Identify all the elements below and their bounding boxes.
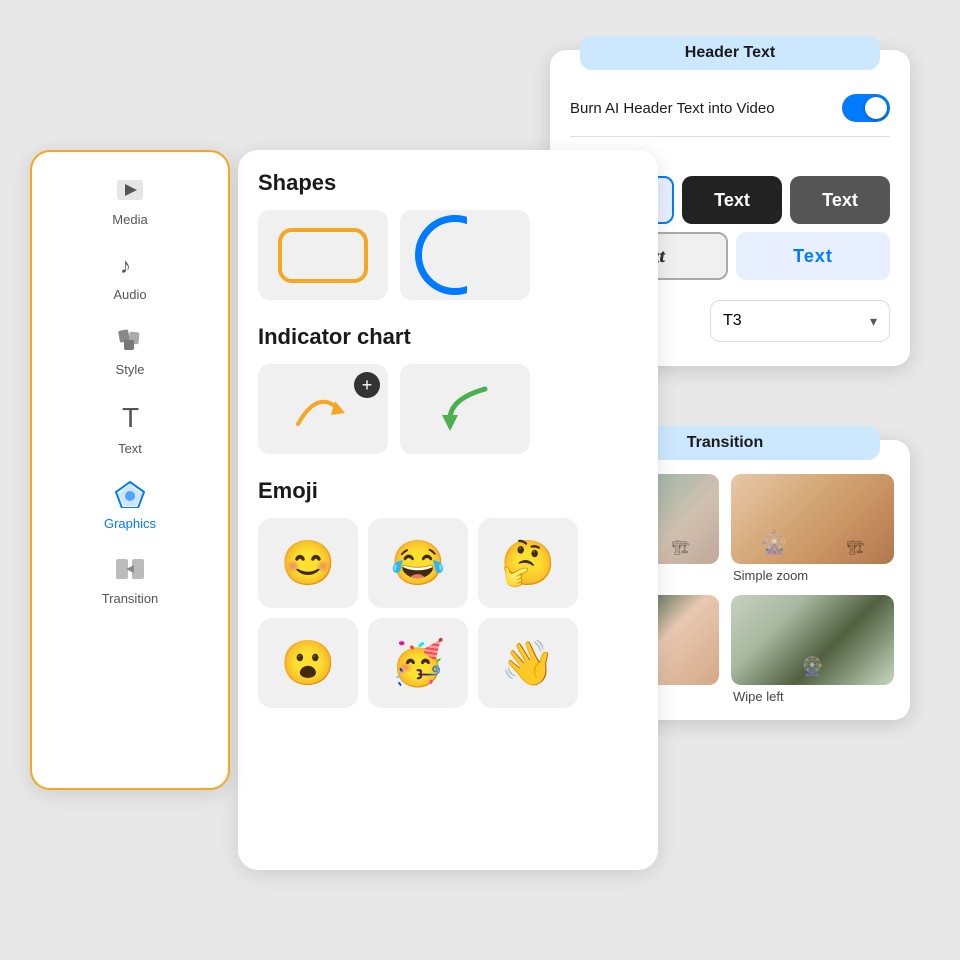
sidebar-text-label: Text: [118, 441, 142, 456]
indicator-arrow[interactable]: +: [258, 364, 388, 454]
sidebar-audio-label: Audio: [113, 287, 146, 302]
burn-label: Burn AI Header Text into Video: [570, 100, 775, 117]
emoji-grid: 😊 😂 🤔 😮 🥳 👋: [258, 518, 638, 708]
transition-icon: [114, 555, 146, 587]
sidebar-item-audio[interactable]: ♪ Audio: [32, 241, 228, 312]
transition-wipe-left[interactable]: 🎡 Wipe left: [731, 595, 894, 704]
sidebar-item-style[interactable]: Style: [32, 316, 228, 387]
add-button[interactable]: +: [354, 372, 380, 398]
sidebar-transition-label: Transition: [102, 591, 159, 606]
style-icon: [115, 326, 145, 358]
sidebar-item-media[interactable]: Media: [32, 168, 228, 237]
indicator-green-arrow[interactable]: [400, 364, 530, 454]
burn-row: Burn AI Header Text into Video: [570, 84, 890, 137]
sidebar-graphics-label: Graphics: [104, 516, 156, 531]
svg-text:T: T: [122, 402, 139, 433]
indicator-grid: +: [258, 364, 638, 454]
emoji-row-1: 😊 😂 🤔: [258, 518, 638, 608]
size-value: T3: [723, 312, 742, 330]
emoji-wave[interactable]: 👋: [478, 618, 578, 708]
emoji-party[interactable]: 🥳: [368, 618, 468, 708]
content-area: Shapes Indicator chart +: [238, 150, 658, 870]
text-style-dark[interactable]: Text: [682, 176, 782, 224]
zoom-thumb: 🎡 🏗: [731, 474, 894, 564]
size-select[interactable]: T3 ▾: [710, 300, 890, 342]
burn-toggle[interactable]: [842, 94, 890, 122]
circle-shape: [415, 215, 495, 295]
zoom-label: Simple zoom: [731, 568, 894, 583]
sidebar-media-label: Media: [112, 212, 147, 227]
text-style-blue-bold[interactable]: Text: [736, 232, 890, 280]
sidebar: Media ♪ Audio Style T: [30, 150, 230, 790]
sidebar-item-text[interactable]: T Text: [32, 391, 228, 466]
text-style-gray[interactable]: Text: [790, 176, 890, 224]
text-icon: T: [116, 401, 144, 437]
sidebar-style-label: Style: [116, 362, 145, 377]
wipe-left-label: Wipe left: [731, 689, 894, 704]
media-icon: [115, 178, 145, 208]
rectangle-shape: [278, 228, 368, 283]
green-arrow-svg: [430, 379, 500, 439]
sidebar-item-graphics[interactable]: Graphics: [32, 470, 228, 541]
emoji-wow[interactable]: 😮: [258, 618, 358, 708]
emoji-row-2: 😮 🥳 👋: [258, 618, 638, 708]
emoji-smile[interactable]: 😊: [258, 518, 358, 608]
sidebar-item-transition[interactable]: Transition: [32, 545, 228, 616]
shapes-grid: [258, 210, 638, 300]
chevron-down-icon: ▾: [870, 313, 877, 330]
emoji-laugh[interactable]: 😂: [368, 518, 468, 608]
wipe-left-thumb: 🎡: [731, 595, 894, 685]
shape-circle[interactable]: [400, 210, 530, 300]
emoji-think[interactable]: 🤔: [478, 518, 578, 608]
curved-arrow-svg: [283, 379, 363, 439]
graphics-icon: [114, 480, 146, 512]
audio-icon: ♪: [116, 251, 144, 283]
header-text-panel-title: Header Text: [580, 36, 880, 70]
shapes-title: Shapes: [258, 170, 638, 196]
indicator-title: Indicator chart: [258, 324, 638, 350]
transition-simple-zoom[interactable]: 🎡 🏗 Simple zoom: [731, 474, 894, 583]
emoji-title: Emoji: [258, 478, 638, 504]
svg-text:♪: ♪: [120, 253, 131, 278]
shape-rectangle[interactable]: [258, 210, 388, 300]
